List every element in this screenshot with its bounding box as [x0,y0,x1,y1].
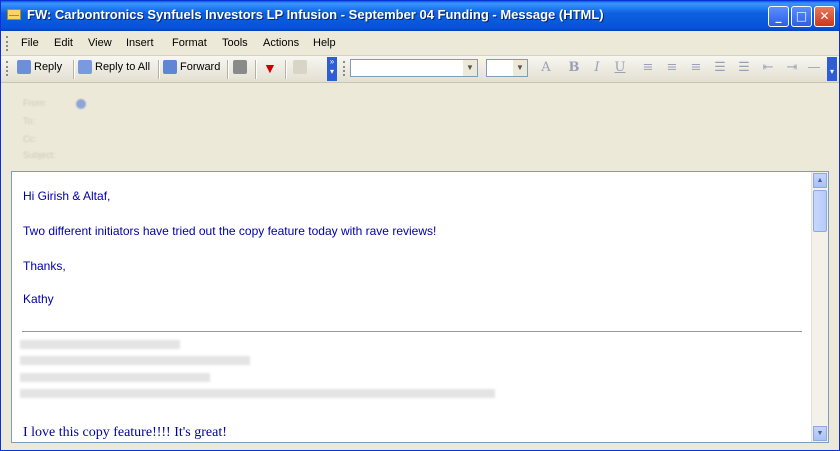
cc-label: Cc: [23,134,37,144]
to-label: To: [23,116,36,126]
font-color-icon[interactable]: A [537,60,555,78]
bold-icon[interactable]: B [565,60,583,78]
forwarded-header-line [20,373,210,382]
quoted-message-line: I love this copy feature!!!! It's great! [23,425,227,440]
print-icon [233,60,247,74]
subject-label: Subject: [23,150,56,160]
body-thanks: Thanks, [23,259,66,273]
reply-all-label: Reply to All [95,60,151,73]
maximize-button[interactable]: □ [791,6,812,27]
numbered-list-icon[interactable]: ☰ [711,60,729,78]
menu-insert[interactable]: Insert [126,37,154,49]
font-name-combo[interactable]: ▼ [350,59,478,77]
vertical-scrollbar[interactable]: ▲ ▼ [811,172,828,442]
print-button[interactable] [233,60,250,79]
scroll-thumb[interactable] [813,190,827,232]
address-book-button[interactable] [293,60,310,79]
reply-icon [17,60,31,74]
scroll-up-button[interactable]: ▲ [813,173,827,188]
toolbar-overflow-chevron[interactable]: » ▾ [327,57,337,81]
close-button[interactable]: ✕ [814,6,835,27]
underline-icon[interactable]: U [611,60,629,78]
header-subject-row: Subject: [23,150,73,164]
header-to-row: To: [23,116,73,130]
forward-button[interactable]: Forward [163,60,220,79]
menu-tools[interactable]: Tools [222,37,248,49]
forwarded-header-line [20,356,250,365]
menu-view[interactable]: View [88,37,112,49]
sender-status-icon [75,98,86,109]
body-greeting: Hi Girish & Altaf, [23,189,111,203]
forward-icon [163,60,177,74]
message-header: From: To: Cc: Subject: [1,83,839,169]
body-signature: Kathy [23,292,54,306]
italic-icon[interactable]: I [588,60,606,78]
message-body[interactable]: Hi Girish & Altaf, Two different initiat… [11,171,829,443]
message-window: FW: Carbontronics Synfuels Investors LP … [0,0,840,451]
forwarded-header-line [20,389,495,398]
address-book-icon [293,60,307,74]
align-left-icon[interactable]: ≡ [639,60,657,78]
increase-indent-icon[interactable]: ⇥ [783,60,801,78]
title-bar: FW: Carbontronics Synfuels Investors LP … [1,1,839,31]
toolbar-separator [73,60,75,79]
header-from-row: From: [23,98,86,112]
toolbar-separator [227,60,229,79]
header-cc-row: Cc: [23,134,73,148]
minimize-button[interactable]: _ [768,6,789,27]
menu-edit[interactable]: Edit [54,37,73,49]
quote-divider [22,331,802,332]
scroll-down-button[interactable]: ▼ [813,426,827,441]
chevron-down-icon: ▼ [513,60,527,76]
from-label: From: [23,98,47,108]
menu-help[interactable]: Help [313,37,336,49]
menu-grip[interactable] [6,36,11,51]
toolbar-separator [158,60,160,79]
toolbar-separator [255,60,257,79]
chevron-down-icon: ▼ [463,60,477,76]
toolbar-grip[interactable] [6,61,11,76]
align-right-icon[interactable]: ≡ [687,60,705,78]
align-center-icon[interactable]: ≡ [663,60,681,78]
menu-format[interactable]: Format [172,37,207,49]
menu-file[interactable]: File [21,37,39,49]
decrease-indent-icon[interactable]: ⇤ [759,60,777,78]
window-title: FW: Carbontronics Synfuels Investors LP … [27,7,604,22]
formatting-overflow-chevron[interactable]: ▾ [827,57,837,81]
rule-icon[interactable]: — [805,60,823,78]
font-size-combo[interactable]: ▼ [486,59,528,77]
forward-label: Forward [180,60,221,73]
toolbar-separator [285,60,287,79]
bullet-list-icon[interactable]: ☰ [735,60,753,78]
reply-label: Reply [34,60,63,73]
flag-icon[interactable]: ▼ [263,60,277,79]
menu-bar: File Edit View Insert Format Tools Actio… [1,32,839,56]
reply-all-icon [78,60,92,74]
body-line: Two different initiators have tried out … [23,224,437,238]
forwarded-header-line [20,340,180,349]
envelope-icon [7,9,21,20]
reply-button[interactable]: Reply [17,60,62,79]
formatting-grip[interactable] [343,61,348,76]
formatting-toolbar: ▼ ▼ A B I U ≡ ≡ ≡ ☰ ☰ ⇤ ⇥ — [341,56,827,82]
reply-all-button[interactable]: Reply to All [78,60,150,79]
menu-actions[interactable]: Actions [263,37,299,49]
